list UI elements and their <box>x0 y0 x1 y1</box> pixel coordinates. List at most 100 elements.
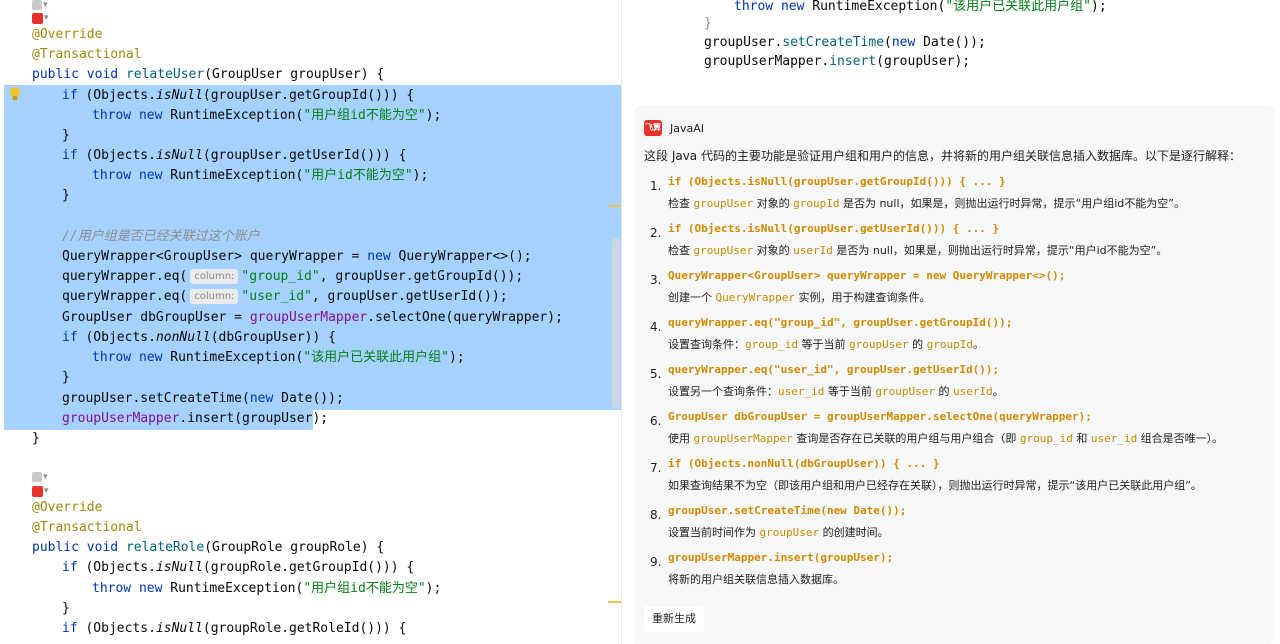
chevron-down-icon: ▾ <box>44 485 49 496</box>
item-code: groupUserMapper.insert(groupUser); <box>668 551 894 564</box>
item-number: 9. <box>650 555 662 569</box>
inline-code: QueryWrapper <box>715 291 795 304</box>
code-line: } <box>62 128 70 143</box>
description-text: 。 <box>992 385 1004 398</box>
feisuan-icon <box>32 472 42 482</box>
description-text: 实例，用于构建查询条件。 <box>794 291 931 304</box>
description-text: 使用 <box>668 432 694 445</box>
description-text: 和 <box>1072 432 1091 445</box>
code-line: } <box>62 370 70 385</box>
item-description: 将新的用户组关联信息插入数据库。 <box>668 572 844 588</box>
description-text: 的创建时间。 <box>819 526 889 539</box>
code-line: } <box>32 431 40 446</box>
assistant-panel: throw new RuntimeException("该用户已关联此用户组")… <box>622 0 1280 644</box>
item-number: 1. <box>650 179 662 193</box>
inline-code: userId <box>952 385 993 398</box>
inline-code: group_id <box>745 338 798 351</box>
description-text: 等于当前 <box>797 338 849 351</box>
code-line: groupUserMapper.insert(groupUser); <box>62 411 329 426</box>
inline-code: groupId <box>793 197 840 210</box>
feisuan-logo-icon <box>32 12 43 24</box>
item-code: QueryWrapper<GroupUser> queryWrapper = n… <box>668 269 1066 282</box>
code-preview-line: groupUser.setCreateTime(new Date()); <box>704 35 986 50</box>
item-description: 设置查询条件：group_id 等于当前 groupUser 的 groupId… <box>668 337 984 353</box>
description-text: 创建一个 <box>668 291 716 304</box>
code-line: groupUser.setCreateTime(new Date()); <box>62 391 344 406</box>
ai-header: 飞算 JavaAI <box>644 120 704 136</box>
item-code: if (Objects.isNull(groupUser.getUserId()… <box>668 222 1000 235</box>
item-number: 7. <box>650 461 662 475</box>
item-number: 6. <box>650 414 662 428</box>
code-editor[interactable]: ▾ ▾ @Override @Transactional public void… <box>0 0 621 644</box>
description-text: 是否为 null，如果是，则抛出运行时异常，提示“用户组id不能为空”。 <box>839 197 1185 210</box>
description-text: 的 <box>908 338 927 351</box>
code-line: queryWrapper.eq(column: "user_id", groupU… <box>62 289 508 304</box>
item-code: queryWrapper.eq("group_id", groupUser.ge… <box>668 316 1013 329</box>
item-description: 检查 groupUser 对象的 userId 是否为 null，如果是，则抛出… <box>668 243 1167 259</box>
description-text: 等于当前 <box>824 385 876 398</box>
scroll-marker <box>608 205 621 207</box>
code-line: throw new RuntimeException("用户组id不能为空"); <box>92 581 442 596</box>
scroll-marker <box>608 601 621 603</box>
inline-code: group_id <box>1019 432 1073 445</box>
item-description: 如果查询结果不为空（即该用户组和用户已经存在关联），则抛出运行时异常，提示“该用… <box>668 478 1202 494</box>
code-line: @Transactional <box>32 520 142 535</box>
item-description: 使用 groupUserMapper 查询是否存在已关联的用户组与用户组合（即 … <box>668 431 1223 447</box>
lightbulb-icon[interactable] <box>9 86 21 102</box>
description-text: 将新的用户组关联信息插入数据库。 <box>668 573 844 586</box>
item-description: 创建一个 QueryWrapper 实例，用于构建查询条件。 <box>668 290 930 306</box>
code-line: throw new RuntimeException("用户id不能为空"); <box>92 168 429 183</box>
code-line: throw new RuntimeException("用户组id不能为空"); <box>92 108 442 123</box>
code-line: if (Objects.isNull(groupUser.getUserId()… <box>62 148 407 163</box>
description-text: 设置另一个查询条件： <box>668 385 778 398</box>
code-preview-line: throw new RuntimeException("该用户已关联此用户组")… <box>734 0 1107 14</box>
inline-code: groupUser <box>759 526 820 539</box>
description-text: 检查 <box>668 197 694 210</box>
item-number: 2. <box>650 226 662 240</box>
ai-response-card: 飞算 JavaAI 这段 Java 代码的主要功能是验证用户组和用户的信息，并将… <box>634 106 1274 644</box>
description-text: 如果查询结果不为空（即该用户组和用户已经存在关联），则抛出运行时异常，提示“该用… <box>668 479 1202 492</box>
item-code: if (Objects.nonNull(dbGroupUser)) { ... … <box>668 457 940 470</box>
item-description: 设置当前时间作为 groupUser 的创建时间。 <box>668 525 889 541</box>
description-text: 组合是否唯一）。 <box>1137 432 1224 445</box>
vertical-scrollbar[interactable] <box>612 238 620 408</box>
inline-code: user_id <box>1090 432 1138 445</box>
assistant-name: JavaAI <box>670 121 705 135</box>
code-line: public void relateRole(GroupRole groupRo… <box>32 540 385 555</box>
chevron-down-icon: ▾ <box>44 12 49 23</box>
code-line: //用户组是否已经关联过这个账户 <box>62 229 260 244</box>
description-text: 设置查询条件： <box>668 338 745 351</box>
code-line: @Override <box>32 500 103 515</box>
inline-code: groupId <box>926 338 973 351</box>
code-line: QueryWrapper<GroupUser> queryWrapper = n… <box>62 249 532 264</box>
description-text: 检查 <box>668 244 694 257</box>
description-text: 对象的 <box>753 197 794 210</box>
parameter-hint: column: <box>190 269 239 284</box>
item-description: 检查 groupUser 对象的 groupId 是否为 null，如果是，则抛… <box>668 196 1185 212</box>
item-code: queryWrapper.eq("user_id", groupUser.get… <box>668 363 1000 376</box>
code-line: throw new RuntimeException("该用户已关联此用户组")… <box>92 350 465 365</box>
inline-code: groupUser <box>693 197 754 210</box>
inline-code: user_id <box>778 385 825 398</box>
code-line: if (Objects.isNull(groupRole.getRoleId()… <box>62 621 407 636</box>
description-text: 设置当前时间作为 <box>668 526 760 539</box>
item-number: 4. <box>650 320 662 334</box>
inline-code: groupUser <box>848 338 909 351</box>
code-preview-line: groupUserMapper.insert(groupUser); <box>704 54 971 69</box>
description-text: 的 <box>934 385 953 398</box>
code-line: } <box>62 601 70 616</box>
feisuan-logo-icon <box>32 485 43 497</box>
code-line: queryWrapper.eq(column: "group_id", group… <box>62 269 524 284</box>
item-code: if (Objects.isNull(groupUser.getGroupId(… <box>668 175 1006 188</box>
item-code: GroupUser dbGroupUser = groupUserMapper.… <box>668 410 1092 423</box>
inline-code: groupUser <box>693 244 754 257</box>
description-text: 是否为 null，如果是，则抛出运行时异常，提示“用户id不能为空”。 <box>832 244 1168 257</box>
item-number: 3. <box>650 273 662 287</box>
code-line: if (Objects.isNull(groupUser.getGroupId(… <box>62 88 415 103</box>
feisuan-logo-icon: 飞算 <box>644 120 662 136</box>
description-text: 。 <box>972 338 984 351</box>
description-text: 查询是否存在已关联的用户组与用户组合（即 <box>792 432 1020 445</box>
code-line: GroupUser dbGroupUser = groupUserMapper.… <box>62 310 563 325</box>
response-intro: 这段 Java 代码的主要功能是验证用户组和用户的信息，并将新的用户组关联信息插… <box>644 149 1241 163</box>
regenerate-button[interactable]: 重新生成 <box>644 606 704 632</box>
